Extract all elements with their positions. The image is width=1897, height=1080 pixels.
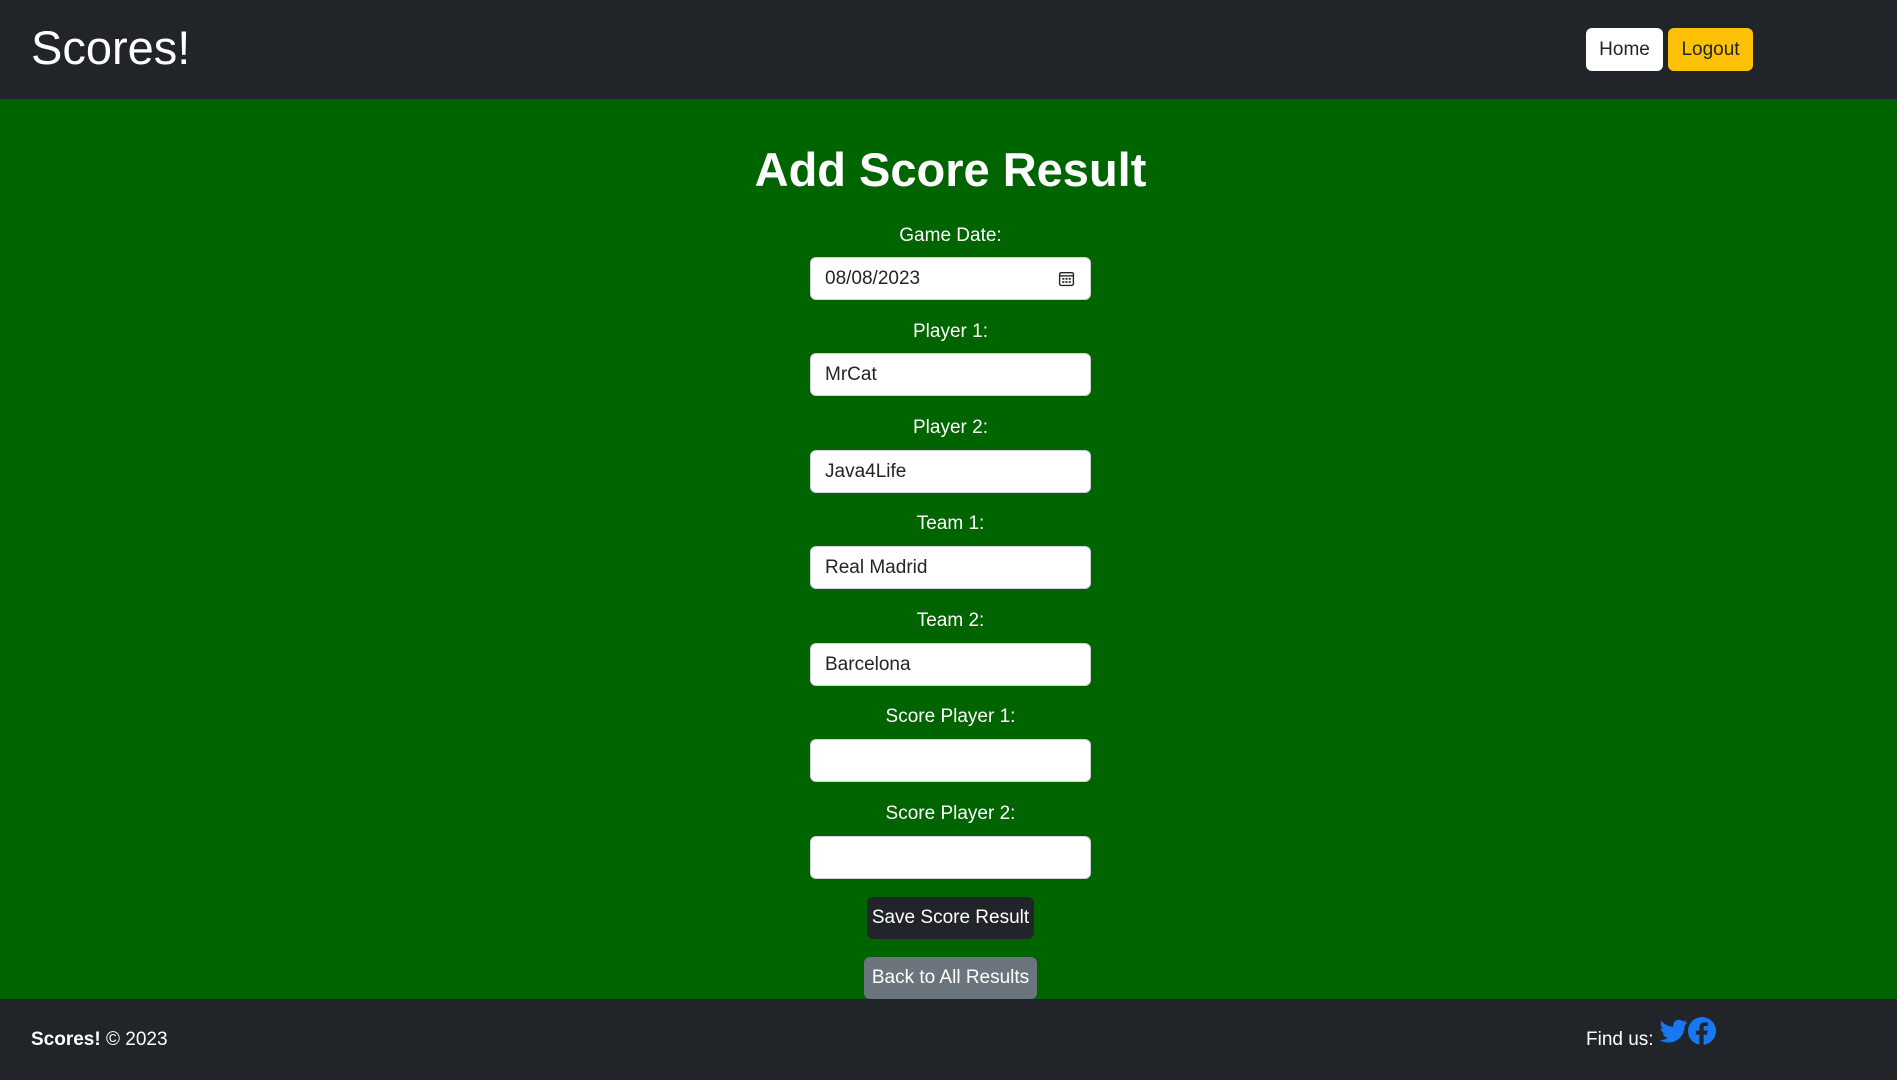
- team2-label: Team 2:: [916, 610, 985, 631]
- score-player2-input[interactable]: [810, 836, 1091, 879]
- score-player1-input[interactable]: [810, 739, 1091, 782]
- team1-label: Team 1:: [916, 513, 985, 534]
- player1-label: Player 1:: [913, 321, 988, 342]
- back-to-results-button[interactable]: Back to All Results: [864, 957, 1037, 999]
- find-us-label: Find us:: [1586, 1029, 1654, 1050]
- game-date-label: Game Date:: [899, 225, 1002, 246]
- player2-input[interactable]: [810, 450, 1091, 493]
- footer-brand: Scores!: [31, 1029, 101, 1050]
- game-date-wrapper: [810, 257, 1091, 300]
- score-player2-label: Score Player 2:: [885, 803, 1016, 824]
- logout-button[interactable]: Logout: [1668, 28, 1753, 71]
- save-score-button[interactable]: Save Score Result: [867, 897, 1034, 939]
- calendar-icon[interactable]: [1058, 270, 1075, 287]
- team2-input[interactable]: [810, 643, 1091, 686]
- team1-input[interactable]: [810, 546, 1091, 589]
- footer-copyright: Scores! © 2023: [31, 1028, 168, 1052]
- home-button[interactable]: Home: [1586, 28, 1663, 71]
- brand-logo[interactable]: Scores!: [31, 18, 190, 78]
- score-player1-label: Score Player 1:: [885, 706, 1016, 727]
- player1-input[interactable]: [810, 353, 1091, 396]
- player2-label: Player 2:: [913, 417, 988, 438]
- game-date-input[interactable]: [810, 257, 1091, 300]
- copyright-text: © 2023: [105, 1029, 168, 1050]
- footer: Scores! © 2023 Find us:: [0, 999, 1897, 1080]
- navbar: Scores! Home Logout: [0, 0, 1897, 99]
- page-title: Add Score Result: [754, 143, 1147, 196]
- facebook-icon[interactable]: [1688, 1017, 1716, 1045]
- twitter-icon[interactable]: [1660, 1017, 1688, 1045]
